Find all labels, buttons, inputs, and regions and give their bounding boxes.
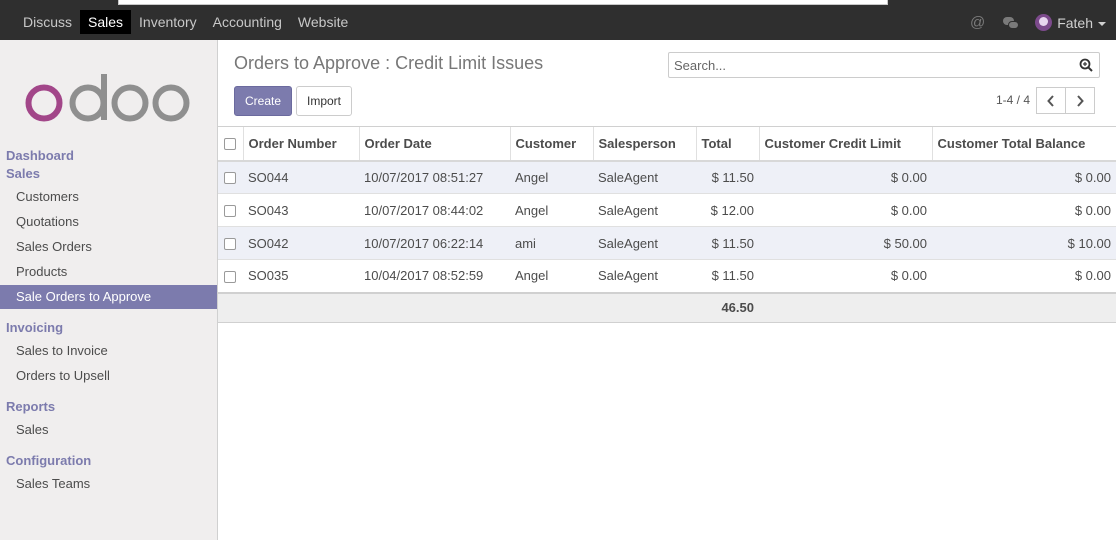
sidebar: Dashboard Sales Customers Quotations Sal… (0, 40, 218, 540)
select-all-checkbox[interactable] (224, 138, 236, 151)
chevron-left-icon (1047, 95, 1054, 107)
pager-value[interactable]: 1-4 / 4 (996, 93, 1030, 107)
menu-inventory[interactable]: Inventory (131, 10, 205, 34)
sidebar-heading-configuration: Configuration (6, 453, 92, 468)
table-row[interactable]: SO035 10/04/2017 08:52:59 Angel SaleAgen… (218, 260, 1116, 293)
row-select-cell[interactable] (218, 161, 243, 194)
row-checkbox[interactable] (224, 238, 236, 251)
caret-down-icon[interactable] (1098, 21, 1106, 26)
user-area: @ Fateh (970, 14, 1106, 31)
column-header[interactable]: Total (695, 126, 759, 162)
sidebar-item-sales-orders[interactable]: Sales Orders (0, 235, 217, 259)
row-select-cell[interactable] (218, 260, 243, 293)
column-header[interactable]: Order Number (242, 126, 359, 162)
salesperson-cell: SaleAgent (598, 169, 658, 185)
table-footer-row: 46.50 (218, 292, 1116, 323)
sidebar-item-sales-to-invoice[interactable]: Sales to Invoice (0, 339, 217, 363)
total-sum: 46.50 (721, 300, 754, 316)
credit-limit-cell: $ 0.00 (890, 202, 927, 218)
order-number-cell: SO044 (248, 169, 289, 185)
browser-url-strip (118, 0, 888, 5)
select-all-cell[interactable] (218, 126, 243, 162)
import-button[interactable]: Import (296, 86, 352, 116)
menu-website[interactable]: Website (290, 10, 356, 34)
sidebar-heading-sales: Sales (6, 166, 40, 181)
column-header[interactable]: Customer Total Balance (931, 126, 1116, 162)
salesperson-cell: SaleAgent (598, 235, 658, 251)
credit-limit-cell: $ 50.00 (883, 235, 927, 251)
total-cell: $ 12.00 (710, 202, 754, 218)
credit-limit-cell: $ 0.00 (890, 268, 927, 284)
sidebar-item-sales-teams[interactable]: Sales Teams (0, 472, 217, 496)
total-balance-cell: $ 10.00 (1067, 235, 1111, 251)
sidebar-item-orders-to-upsell[interactable]: Orders to Upsell (0, 364, 217, 388)
row-checkbox[interactable] (224, 172, 236, 185)
salesperson-cell: SaleAgent (598, 268, 658, 284)
pager-previous-button[interactable] (1036, 87, 1066, 114)
column-header[interactable]: Customer (509, 126, 593, 162)
customer-cell: Angel (515, 169, 549, 185)
column-header[interactable]: Salesperson (592, 126, 696, 162)
total-balance-cell: $ 0.00 (1074, 268, 1111, 284)
menu-discuss[interactable]: Discuss (15, 10, 80, 34)
customer-cell: Angel (515, 268, 549, 284)
row-checkbox[interactable] (224, 205, 236, 218)
menu-sales[interactable]: Sales (80, 10, 132, 34)
total-cell: $ 11.50 (711, 268, 754, 284)
orders-table: Order Number Order Date Customer Salespe… (218, 126, 1116, 323)
sidebar-item-quotations[interactable]: Quotations (0, 210, 217, 234)
odoo-logo[interactable] (24, 74, 194, 122)
total-balance-cell: $ 0.00 (1074, 202, 1111, 218)
sidebar-heading-reports: Reports (6, 399, 56, 414)
table-row[interactable]: SO044 10/07/2017 08:51:27 Angel SaleAgen… (218, 160, 1116, 194)
customer-cell: ami (515, 235, 536, 251)
table-row[interactable]: SO042 10/07/2017 06:22:14 ami SaleAgent … (218, 226, 1116, 260)
order-date-cell: 10/07/2017 08:51:27 (364, 169, 484, 185)
order-date-cell: 10/07/2017 08:44:02 (364, 202, 484, 218)
pager-next-button[interactable] (1065, 87, 1095, 114)
chat-bubbles-icon[interactable] (1003, 16, 1020, 29)
row-select-cell[interactable] (218, 227, 243, 260)
total-balance-cell: $ 0.00 (1074, 169, 1111, 185)
sidebar-heading-dashboard[interactable]: Dashboard (6, 148, 74, 163)
table-header-row: Order Number Order Date Customer Salespe… (218, 126, 1116, 162)
total-cell: $ 11.50 (711, 235, 754, 251)
order-number-cell: SO043 (248, 202, 289, 218)
app-menu: Discuss Sales Inventory Accounting Websi… (15, 10, 356, 34)
mention-icon[interactable]: @ (970, 14, 985, 31)
user-menu[interactable]: Fateh (1057, 15, 1093, 31)
column-header[interactable]: Customer Credit Limit (758, 126, 932, 162)
page-title: Orders to Approve : Credit Limit Issues (234, 53, 544, 73)
credit-limit-cell: $ 0.00 (890, 169, 927, 185)
sidebar-item-reports-sales[interactable]: Sales (0, 418, 217, 442)
sidebar-item-customers[interactable]: Customers (0, 185, 217, 209)
customer-cell: Angel (515, 202, 549, 218)
table-row[interactable]: SO043 10/07/2017 08:44:02 Angel SaleAgen… (218, 194, 1116, 227)
sidebar-item-products[interactable]: Products (0, 260, 217, 284)
salesperson-cell: SaleAgent (598, 202, 658, 218)
column-header[interactable]: Order Date (358, 126, 510, 162)
sidebar-item-sale-orders-to-approve[interactable]: Sale Orders to Approve (0, 285, 217, 309)
order-number-cell: SO035 (248, 268, 289, 284)
sidebar-heading-invoicing: Invoicing (6, 320, 64, 335)
search-icon[interactable] (1079, 58, 1093, 72)
search-box (668, 52, 1100, 78)
top-navbar: Discuss Sales Inventory Accounting Websi… (0, 0, 1116, 40)
total-cell: $ 11.50 (711, 169, 754, 185)
create-button[interactable]: Create (234, 86, 292, 116)
chevron-right-icon (1077, 95, 1084, 107)
row-checkbox[interactable] (224, 270, 236, 283)
order-date-cell: 10/04/2017 08:52:59 (364, 268, 484, 284)
row-select-cell[interactable] (218, 194, 243, 227)
search-input[interactable] (669, 53, 1069, 77)
order-date-cell: 10/07/2017 06:22:14 (364, 235, 484, 251)
avatar[interactable] (1035, 14, 1053, 31)
menu-accounting[interactable]: Accounting (205, 10, 290, 34)
order-number-cell: SO042 (248, 235, 289, 251)
